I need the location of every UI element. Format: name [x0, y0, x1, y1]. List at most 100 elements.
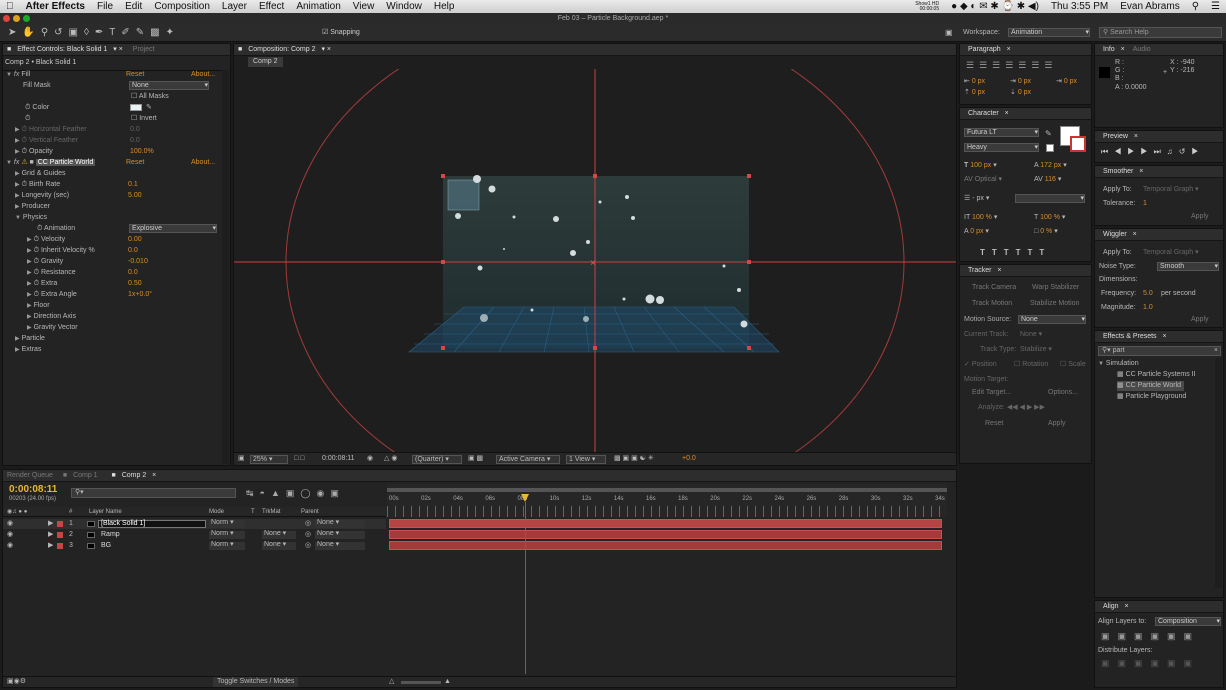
- tracker-apply-button[interactable]: Apply: [1048, 420, 1066, 427]
- inherit-velocity-row[interactable]: ▶ ⏱ Inherit Velocity %: [27, 246, 95, 256]
- velocity-value[interactable]: 0.00: [128, 235, 142, 245]
- fill-effect-header[interactable]: ▼ fx Fill: [6, 70, 30, 80]
- stroke-color-swatch[interactable]: [1070, 136, 1086, 152]
- layer-mode-dropdown[interactable]: Norm ▾: [209, 519, 245, 528]
- space-after[interactable]: ⇣ 0 px: [1010, 88, 1031, 98]
- grid-guides-group[interactable]: ▶ Grid & Guides: [15, 169, 66, 179]
- opacity-row[interactable]: ▶ ⏱ Opacity: [15, 147, 53, 157]
- close-window-icon[interactable]: [3, 15, 10, 22]
- header-layer-name[interactable]: Layer Name: [89, 507, 122, 517]
- tab-character[interactable]: Character ×: [960, 110, 1013, 117]
- tab-composition[interactable]: ■ Composition: Comp 2 ▾ ×: [234, 46, 335, 53]
- track-type-dropdown[interactable]: Stabilize ▾: [1020, 345, 1052, 355]
- tab-info[interactable]: Info ×: [1095, 46, 1129, 53]
- tab-comp-2[interactable]: ■ Comp 2 ×: [108, 472, 161, 479]
- snapshot-icon[interactable]: ◉: [367, 453, 373, 465]
- layer-row[interactable]: ◉ ▶ 1 [Black Solid 1] Norm ▾ ◎ None ▾: [3, 519, 386, 529]
- zoom-window-icon[interactable]: [23, 15, 30, 22]
- warp-stabilizer-button[interactable]: Warp Stabilizer: [1032, 284, 1079, 291]
- longevity-value[interactable]: 5.00: [128, 191, 142, 201]
- tab-render-queue[interactable]: Render Queue: [3, 472, 57, 479]
- smoother-apply-to-dropdown[interactable]: Temporal Graph ▾: [1143, 185, 1199, 195]
- horizontal-feather-row[interactable]: ▶ ⏱ Horizontal Feather: [15, 125, 87, 135]
- extra-angle-value[interactable]: 1x+0.0°: [128, 290, 152, 300]
- status-item[interactable]: Show1 HD 00:00:05: [909, 1, 945, 12]
- always-preview-icon[interactable]: ▣: [238, 453, 245, 465]
- wiggler-apply-button[interactable]: Apply: [1191, 316, 1209, 323]
- layer-name[interactable]: BG: [101, 541, 111, 551]
- pickwhip-icon[interactable]: ◎: [305, 519, 311, 529]
- minimize-window-icon[interactable]: [13, 15, 20, 22]
- notification-list-icon[interactable]: ☰: [1205, 1, 1226, 12]
- resistance-row[interactable]: ▶ ⏱ Resistance: [27, 268, 76, 278]
- snapping-toggle[interactable]: ☑ Snapping: [322, 28, 360, 36]
- ccpw-about-button[interactable]: About...: [191, 158, 215, 168]
- layer-trkmat-dropdown[interactable]: None ▾: [262, 541, 296, 550]
- birth-rate-value[interactable]: 0.1: [128, 180, 138, 190]
- layer-trkmat-dropdown[interactable]: None ▾: [262, 530, 296, 539]
- alignment-icons[interactable]: ☰☰☰☰☰☰☰: [966, 60, 1057, 71]
- menu-extra-icons[interactable]: ● ◆ ◐ ✉ ✱ ⌚ ✱ ◀): [945, 1, 1045, 12]
- stabilize-motion-button[interactable]: Stabilize Motion: [1030, 300, 1079, 307]
- work-area-bar[interactable]: [387, 488, 947, 492]
- animation-dropdown[interactable]: Explosive ▾: [129, 224, 217, 233]
- indent-first[interactable]: ⇥ 0 px: [1056, 77, 1077, 87]
- faux-style-buttons[interactable]: TTTTTT: [980, 248, 1051, 257]
- current-track-dropdown[interactable]: None ▾: [1020, 330, 1042, 340]
- physics-group[interactable]: ▼ Physics: [15, 213, 47, 223]
- user-name[interactable]: Evan Abrams: [1114, 1, 1185, 12]
- layer-name[interactable]: [Black Solid 1]: [98, 520, 206, 528]
- expand-layer-icon[interactable]: ▶: [48, 541, 53, 551]
- extras-group[interactable]: ▶ Extras: [15, 345, 41, 355]
- tab-effect-controls[interactable]: ■ Effect Controls: Black Solid 1 ▾ ×: [3, 46, 127, 53]
- track-motion-button[interactable]: Track Motion: [972, 300, 1012, 307]
- birth-rate-row[interactable]: ▶ ⏱ Birth Rate: [15, 180, 60, 190]
- analyze-buttons[interactable]: ◀◀ ◀ ▶ ▶▶: [1007, 404, 1045, 411]
- timeline-switch-icons[interactable]: ↹◓▲▣◯◉▣: [246, 488, 345, 499]
- scale-checkbox[interactable]: ☐ Scale: [1060, 360, 1086, 370]
- direction-axis-group[interactable]: ▶ Direction Axis: [27, 312, 76, 322]
- apple-menu-icon[interactable]: : [0, 1, 20, 12]
- fill-about-button[interactable]: About...: [191, 70, 215, 80]
- effect-controls-scrollbar[interactable]: [222, 70, 229, 464]
- longevity-row[interactable]: ▶ Longevity (sec): [15, 191, 69, 201]
- layer-parent-dropdown[interactable]: None ▾: [315, 541, 365, 550]
- align-buttons[interactable]: ▣▣▣▣▣▣: [1101, 631, 1200, 642]
- tsume-field[interactable]: □ 0 % ▾: [1034, 227, 1058, 237]
- tab-align[interactable]: Align ×: [1095, 603, 1133, 610]
- floor-group[interactable]: ▶ Floor: [27, 301, 50, 311]
- tab-project[interactable]: Project: [129, 46, 159, 53]
- noise-type-dropdown[interactable]: Smooth ▾: [1157, 262, 1219, 271]
- channel-icons[interactable]: △ ◉: [384, 453, 397, 465]
- exposure-value[interactable]: +0.0: [682, 453, 696, 465]
- spotlight-search-icon[interactable]: ⚲: [1186, 1, 1205, 12]
- layer-duration-bar[interactable]: [389, 519, 942, 528]
- gravity-vector-group[interactable]: ▶ Gravity Vector: [27, 323, 78, 333]
- layer-mode-dropdown[interactable]: Norm ▾: [209, 530, 245, 539]
- velocity-row[interactable]: ▶ ⏱ Velocity: [27, 235, 65, 245]
- smoother-apply-button[interactable]: Apply: [1191, 213, 1209, 220]
- clear-search-icon[interactable]: ×: [1214, 347, 1220, 355]
- expand-layer-icon[interactable]: ▶: [48, 519, 53, 529]
- effect-item-particle-playground[interactable]: ▦ Particle Playground: [1117, 392, 1186, 402]
- tool-icons[interactable]: ➤✋⚲↺▣◊✒T✐✎▩✦: [8, 27, 180, 38]
- tracking-field[interactable]: AV 116 ▾: [1034, 175, 1061, 185]
- layer-parent-dropdown[interactable]: None ▾: [315, 530, 365, 539]
- effects-scrollbar[interactable]: [1215, 358, 1222, 588]
- layer-row[interactable]: ◉ ▶ 3 BG Norm ▾ None ▾ ◎ None ▾: [3, 541, 386, 551]
- wiggler-apply-to-dropdown[interactable]: Temporal Graph ▾: [1143, 248, 1199, 258]
- invert-checkbox[interactable]: ☐ Invert: [131, 114, 157, 124]
- composition-viewer[interactable]: ×: [234, 69, 956, 453]
- font-size-field[interactable]: T 100 px ▾: [964, 161, 997, 171]
- pickwhip-icon[interactable]: ◎: [305, 530, 311, 540]
- baseline-shift-field[interactable]: A 0 px ▾: [964, 227, 989, 237]
- toggle-switches-modes-button[interactable]: Toggle Switches / Modes: [213, 677, 299, 687]
- layer-label-color[interactable]: [57, 521, 63, 527]
- position-checkbox[interactable]: ✓ Position: [964, 360, 997, 370]
- timeline-zoom-slider[interactable]: [401, 681, 441, 684]
- camera-dropdown[interactable]: Active Camera ▾: [496, 455, 560, 464]
- layer-search-input[interactable]: ⚲▾: [71, 488, 236, 498]
- menu-file[interactable]: File: [91, 1, 119, 12]
- tab-comp-1[interactable]: ■ Comp 1: [59, 472, 106, 479]
- all-masks-checkbox[interactable]: ☐ All Masks: [131, 92, 169, 102]
